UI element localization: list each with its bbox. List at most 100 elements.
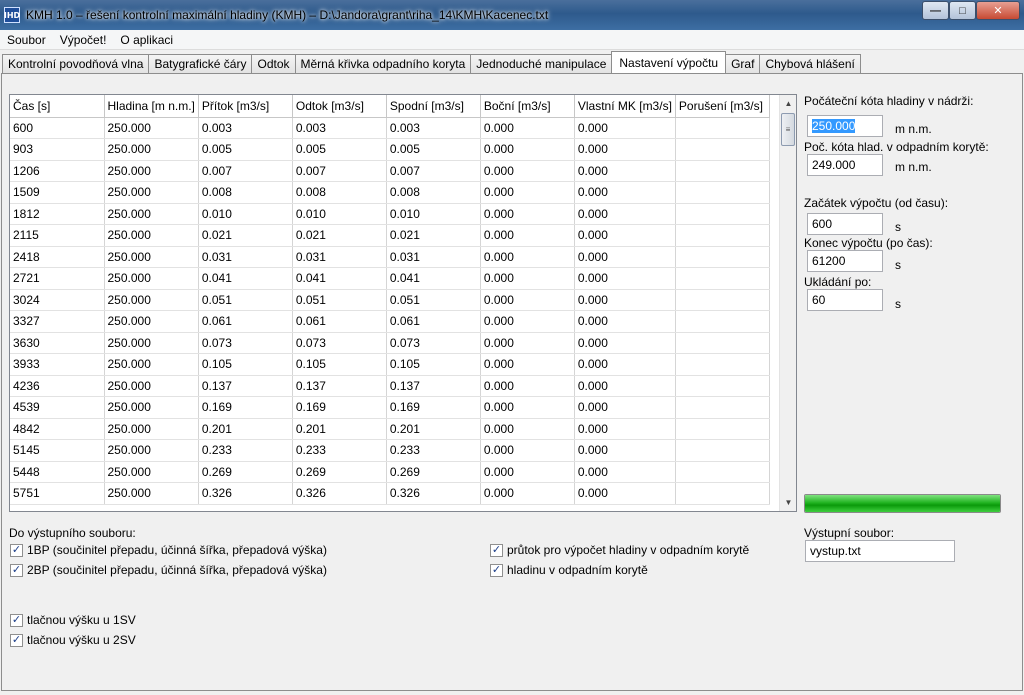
cell-poruseni[interactable] — [675, 482, 770, 505]
cell-bocni[interactable]: 0.000 — [480, 396, 575, 419]
cell-vlastni-mk[interactable]: 0.000 — [574, 117, 676, 139]
cell-poruseni[interactable] — [675, 418, 770, 440]
table-row[interactable]: 3630 250.000 0.073 0.073 0.073 0.000 0.000 — [10, 332, 770, 354]
cell-pritok[interactable]: 0.233 — [198, 439, 293, 462]
menu-vypocet[interactable]: Výpočet! — [53, 33, 114, 47]
cell-bocni[interactable]: 0.000 — [480, 181, 575, 204]
table-row[interactable]: 4539 250.000 0.169 0.169 0.169 0.000 0.000 — [10, 396, 770, 419]
cell-spodni[interactable]: 0.051 — [386, 289, 481, 311]
cell-bocni[interactable]: 0.000 — [480, 482, 575, 505]
checkbox-2bp-box[interactable]: ✓ — [10, 563, 23, 577]
cell-spodni[interactable]: 0.137 — [386, 375, 481, 397]
table-row[interactable]: 3933 250.000 0.105 0.105 0.105 0.000 0.000 — [10, 353, 770, 376]
cell-odtok[interactable]: 0.008 — [292, 181, 387, 204]
title-bar[interactable]: IHD KMH 1.0 – řešení kontrolní maximální… — [0, 0, 1024, 30]
table-row[interactable]: 5448 250.000 0.269 0.269 0.269 0.000 0.000 — [10, 461, 770, 483]
cell-bocni[interactable]: 0.000 — [480, 439, 575, 462]
table-row[interactable]: 2418 250.000 0.031 0.031 0.031 0.000 0.000 — [10, 246, 770, 268]
cell-hladina[interactable]: 250.000 — [104, 396, 199, 419]
cell-hladina[interactable]: 250.000 — [104, 246, 199, 268]
cell-cas[interactable]: 600 — [10, 117, 105, 139]
tab-merna-krivka[interactable]: Měrná křivka odpadního koryta — [294, 54, 472, 73]
cell-pritok[interactable]: 0.051 — [198, 289, 293, 311]
cell-pritok[interactable]: 0.010 — [198, 203, 293, 225]
cell-bocni[interactable]: 0.000 — [480, 224, 575, 247]
cell-bocni[interactable]: 0.000 — [480, 461, 575, 483]
checkbox-2bp[interactable]: ✓ 2BP (součinitel přepadu, účinná šířka,… — [10, 563, 327, 577]
cell-spodni[interactable]: 0.201 — [386, 418, 481, 440]
tab-graf[interactable]: Graf — [725, 54, 761, 73]
menu-soubor[interactable]: Soubor — [0, 33, 53, 47]
cell-bocni[interactable]: 0.000 — [480, 310, 575, 333]
cell-poruseni[interactable] — [675, 310, 770, 333]
col-header-spodni[interactable]: Spodní [m3/s] — [386, 95, 481, 118]
cell-odtok[interactable]: 0.021 — [292, 224, 387, 247]
cell-hladina[interactable]: 250.000 — [104, 375, 199, 397]
output-file-input[interactable]: vystup.txt — [805, 540, 955, 562]
cell-odtok[interactable]: 0.061 — [292, 310, 387, 333]
cell-cas[interactable]: 4539 — [10, 396, 105, 419]
cell-poruseni[interactable] — [675, 375, 770, 397]
minimize-icon[interactable]: — — [922, 1, 949, 20]
cell-bocni[interactable]: 0.000 — [480, 332, 575, 354]
cell-poruseni[interactable] — [675, 289, 770, 311]
cell-cas[interactable]: 5145 — [10, 439, 105, 462]
cell-bocni[interactable]: 0.000 — [480, 138, 575, 161]
cell-cas[interactable]: 3024 — [10, 289, 105, 311]
cell-odtok[interactable]: 0.073 — [292, 332, 387, 354]
cell-pritok[interactable]: 0.005 — [198, 138, 293, 161]
scroll-thumb[interactable]: ≡ — [781, 113, 795, 146]
cell-hladina[interactable]: 250.000 — [104, 203, 199, 225]
cell-poruseni[interactable] — [675, 332, 770, 354]
cell-hladina[interactable]: 250.000 — [104, 138, 199, 161]
table-row[interactable]: 2721 250.000 0.041 0.041 0.041 0.000 0.000 — [10, 267, 770, 290]
cell-odtok[interactable]: 0.137 — [292, 375, 387, 397]
cell-pritok[interactable]: 0.041 — [198, 267, 293, 290]
checkbox-1bp[interactable]: ✓ 1BP (součinitel přepadu, účinná šířka,… — [10, 543, 327, 557]
cell-bocni[interactable]: 0.000 — [480, 203, 575, 225]
cell-cas[interactable]: 4842 — [10, 418, 105, 440]
cell-cas[interactable]: 1206 — [10, 160, 105, 182]
table-row[interactable]: 1812 250.000 0.010 0.010 0.010 0.000 0.000 — [10, 203, 770, 225]
cell-hladina[interactable]: 250.000 — [104, 353, 199, 376]
cell-hladina[interactable]: 250.000 — [104, 482, 199, 505]
col-header-cas[interactable]: Čas [s] — [10, 95, 105, 118]
cell-odtok[interactable]: 0.051 — [292, 289, 387, 311]
cell-poruseni[interactable] — [675, 439, 770, 462]
cell-cas[interactable]: 4236 — [10, 375, 105, 397]
cell-hladina[interactable]: 250.000 — [104, 224, 199, 247]
start-time-input[interactable]: 600 — [807, 213, 883, 235]
checkbox-level[interactable]: ✓ hladinu v odpadním korytě — [490, 563, 648, 577]
checkbox-level-box[interactable]: ✓ — [490, 563, 503, 577]
cell-pritok[interactable]: 0.105 — [198, 353, 293, 376]
cell-vlastni-mk[interactable]: 0.000 — [574, 267, 676, 290]
tab-chybova-hlaseni[interactable]: Chybová hlášení — [759, 54, 861, 73]
cell-pritok[interactable]: 0.061 — [198, 310, 293, 333]
cell-spodni[interactable]: 0.021 — [386, 224, 481, 247]
cell-vlastni-mk[interactable]: 0.000 — [574, 353, 676, 376]
cell-odtok[interactable]: 0.010 — [292, 203, 387, 225]
checkbox-flow-box[interactable]: ✓ — [490, 543, 503, 557]
cell-poruseni[interactable] — [675, 267, 770, 290]
cell-pritok[interactable]: 0.137 — [198, 375, 293, 397]
cell-pritok[interactable]: 0.269 — [198, 461, 293, 483]
cell-cas[interactable]: 5448 — [10, 461, 105, 483]
table-row[interactable]: 903 250.000 0.005 0.005 0.005 0.000 0.000 — [10, 138, 770, 161]
cell-pritok[interactable]: 0.031 — [198, 246, 293, 268]
cell-pritok[interactable]: 0.003 — [198, 117, 293, 139]
table-row[interactable]: 5751 250.000 0.326 0.326 0.326 0.000 0.000 — [10, 482, 770, 505]
cell-cas[interactable]: 2721 — [10, 267, 105, 290]
end-time-input[interactable]: 61200 — [807, 250, 883, 272]
cell-hladina[interactable]: 250.000 — [104, 160, 199, 182]
scroll-down-icon[interactable]: ▼ — [780, 494, 796, 511]
col-header-poruseni[interactable]: Porušení [m3/s] — [675, 95, 770, 118]
cell-vlastni-mk[interactable]: 0.000 — [574, 246, 676, 268]
col-header-vlastni-mk[interactable]: Vlastní MK [m3/s] — [574, 95, 676, 118]
cell-hladina[interactable]: 250.000 — [104, 418, 199, 440]
cell-hladina[interactable]: 250.000 — [104, 117, 199, 139]
cell-cas[interactable]: 1812 — [10, 203, 105, 225]
cell-bocni[interactable]: 0.000 — [480, 267, 575, 290]
checkbox-1sv-box[interactable]: ✓ — [10, 613, 23, 627]
table-row[interactable]: 1509 250.000 0.008 0.008 0.008 0.000 0.000 — [10, 181, 770, 204]
cell-odtok[interactable]: 0.005 — [292, 138, 387, 161]
